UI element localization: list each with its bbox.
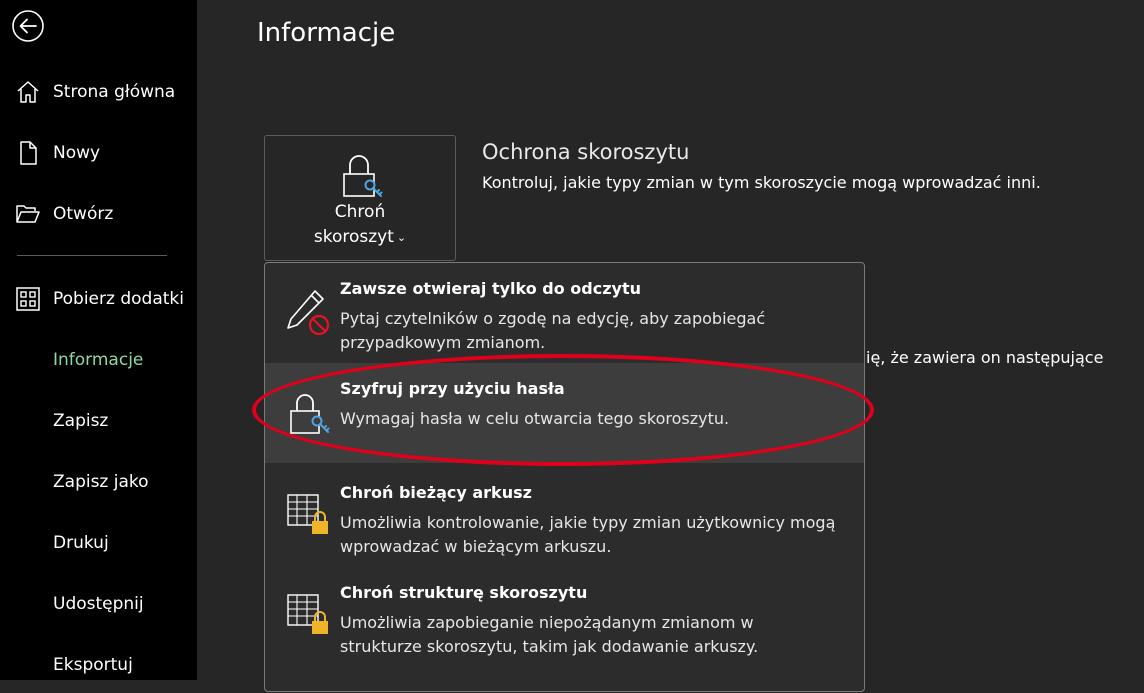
folder-open-icon: [15, 201, 41, 227]
page-title: Informacje: [257, 18, 396, 48]
sidebar-item-label: Zapisz jako: [53, 472, 149, 492]
lock-key-icon: [343, 155, 383, 197]
menu-item-always-open-read-only[interactable]: Zawsze otwieraj tylko do odczytu Pytaj c…: [265, 263, 864, 361]
sidebar-item-share[interactable]: Udostępnij: [0, 576, 197, 632]
pencil-no-edit-icon: [287, 290, 330, 335]
menu-item-description: Pytaj czytelników o zgodę na edycję, aby…: [340, 309, 766, 352]
sheet-lock-icon: [287, 594, 328, 634]
sidebar-item-label: Informacje: [53, 350, 144, 370]
sidebar-item-export[interactable]: Eksportuj: [0, 637, 197, 693]
sidebar-item-save[interactable]: Zapisz: [0, 393, 197, 449]
sidebar-item-label: Eksportuj: [53, 655, 133, 675]
addins-grid-icon: [15, 286, 41, 312]
sidebar-item-save-as[interactable]: Zapisz jako: [0, 454, 197, 510]
sidebar-divider: [17, 255, 167, 256]
sidebar-item-label: Nowy: [53, 143, 101, 163]
menu-item-encrypt-with-password[interactable]: Szyfruj przy użyciu hasła Wymagaj hasła …: [265, 363, 864, 463]
protect-workbook-menu: Zawsze otwieraj tylko do odczytu Pytaj c…: [264, 262, 865, 692]
protect-workbook-button[interactable]: Chroń skoroszyt ⌄: [264, 135, 456, 261]
sidebar-item-print[interactable]: Drukuj: [0, 515, 197, 571]
chevron-down-icon: ⌄: [396, 231, 407, 244]
back-arrow-icon: [12, 10, 44, 42]
new-document-icon: [15, 140, 41, 166]
home-icon: [15, 79, 41, 105]
menu-item-description: Wymagaj hasła w celu otwarcia tego skoro…: [340, 409, 730, 428]
sidebar: Strona główna Nowy Otwórz Pobierz dodatk…: [0, 0, 197, 680]
protect-workbook-line1: Chroń: [334, 202, 386, 222]
back-button[interactable]: [10, 8, 46, 44]
background-partial-text: ię, że zawiera on następujące: [866, 348, 1104, 367]
sidebar-item-label: Strona główna: [53, 82, 176, 102]
sidebar-item-label: Udostępnij: [53, 594, 144, 614]
sidebar-item-home[interactable]: Strona główna: [0, 64, 197, 120]
menu-item-protect-workbook-structure[interactable]: Chroń strukturę skoroszytu Umożliwia zap…: [265, 567, 864, 665]
section-description: Kontroluj, jakie typy zmian w tym skoros…: [482, 173, 1041, 192]
sidebar-item-open[interactable]: Otwórz: [0, 186, 197, 242]
sidebar-item-label: Drukuj: [53, 533, 109, 553]
sidebar-item-info[interactable]: Informacje: [0, 332, 197, 388]
menu-item-description: Umożliwia zapobieganie niepożądanym zmia…: [340, 613, 759, 656]
sheet-lock-icon: [287, 494, 328, 534]
menu-item-title: Chroń strukturę skoroszytu: [340, 583, 588, 602]
sidebar-item-label: Otwórz: [53, 204, 114, 224]
section-title: Ochrona skoroszytu: [482, 140, 690, 164]
menu-item-title: Chroń bieżący arkusz: [340, 483, 532, 502]
sidebar-item-label: Pobierz dodatki: [53, 289, 184, 309]
menu-item-description: Umożliwia kontrolowanie, jakie typy zmia…: [340, 513, 836, 556]
menu-item-protect-current-sheet[interactable]: Chroń bieżący arkusz Umożliwia kontrolow…: [265, 467, 864, 565]
sidebar-item-new[interactable]: Nowy: [0, 125, 197, 181]
lock-key-icon: [290, 394, 330, 434]
sidebar-item-label: Zapisz: [53, 411, 109, 431]
sidebar-item-addins[interactable]: Pobierz dodatki: [0, 271, 197, 327]
menu-item-title: Szyfruj przy użyciu hasła: [340, 379, 565, 398]
menu-item-title: Zawsze otwieraj tylko do odczytu: [340, 279, 641, 298]
protect-workbook-line2: skoroszyt: [313, 227, 394, 247]
protect-workbook-label: Chroń skoroszyt ⌄: [265, 200, 455, 251]
